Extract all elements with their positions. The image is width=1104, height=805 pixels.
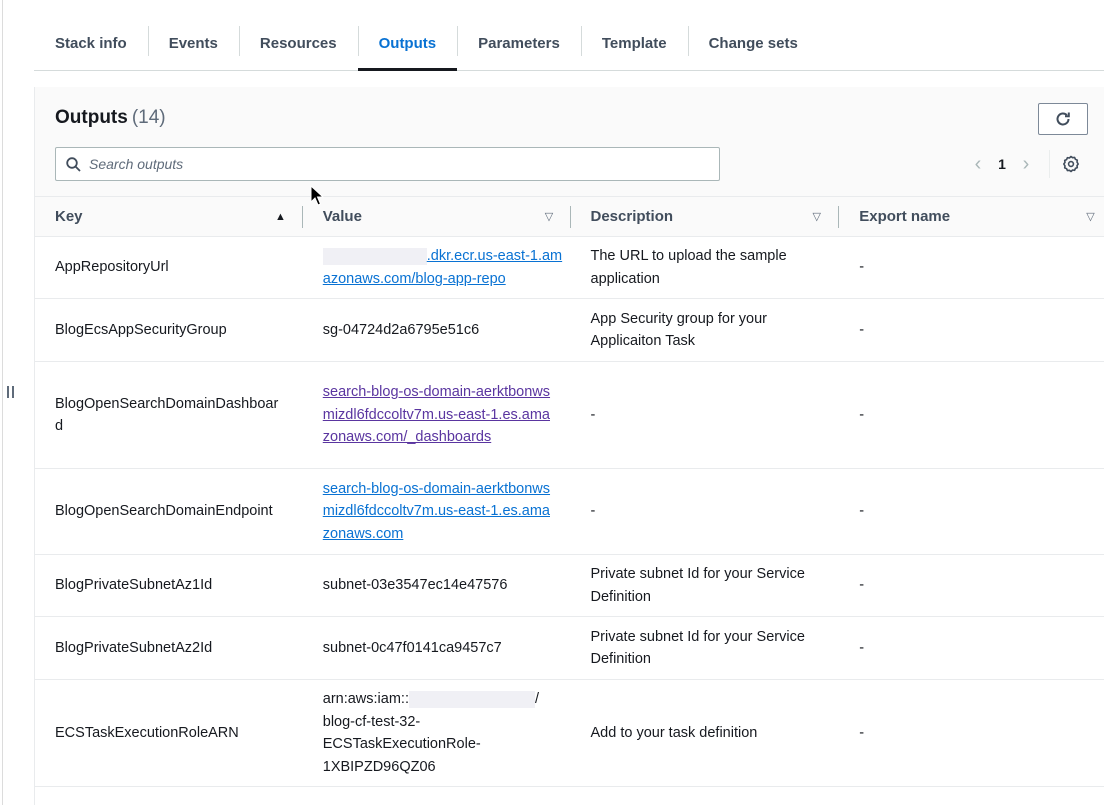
cell-key: BlogOpenSearchDomainDashboard [35,362,303,468]
arn-role-name: blog-cf-test-32-ECSTaskExecutionRole-1XB… [322,713,481,775]
outputs-count: (14) [131,107,166,128]
table-body: AppRepositoryUrl .dkr.ecr.us-east-1.amaz… [35,237,1104,787]
cell-value: sg-04724d2a6795e51c6 [322,321,480,338]
sort-ascending-icon[interactable]: ▲ [275,211,286,223]
cell-key: BlogEcsAppSecurityGroup [55,321,227,338]
cell-value: subnet-0c47f0141ca9457c7 [322,639,502,656]
cell-value: arn:aws:iam:: / blog-cf-test-32-ECSTaskEx… [303,680,571,786]
sort-icon[interactable]: ▽ [813,210,821,223]
outputs-table-container: Outputs(14) ‹ 1 › [34,87,1104,805]
refresh-button[interactable] [1038,103,1088,135]
preferences-button[interactable] [1062,155,1080,173]
tab-change-sets[interactable]: Change sets [687,16,819,70]
cell-key: BlogPrivateSubnetAz1Id [55,577,213,594]
search-outputs-input[interactable] [89,156,689,172]
table-row: ECSTaskExecutionRoleARN arn:aws:iam:: / b… [35,680,1104,787]
table-row: BlogOpenSearchDomainDashboard search-blo… [35,362,1104,469]
redacted-text [322,247,427,265]
cell-description: Private subnet Id for your Service Defin… [571,555,840,616]
outputs-header: Outputs(14) ‹ 1 › [35,87,1104,197]
key-text: BlogOpenSearchDomainDashboard [55,395,279,435]
cell-export-name: - [859,259,865,276]
cell-value: search-blog-os-domain-aerktbonwsmizdl6fd… [303,362,571,468]
tab-resources[interactable]: Resources [238,16,358,70]
chevron-left-icon[interactable]: ‹ [967,153,989,175]
column-header-label: Description [590,208,674,225]
column-header-description[interactable]: Description ▽ [571,197,840,236]
table-row: AppRepositoryUrl .dkr.ecr.us-east-1.amaz… [35,237,1104,299]
redacted-text [408,690,535,708]
left-panel-border [0,0,3,805]
tab-outputs[interactable]: Outputs [357,16,458,71]
table-header: Key ▲ Value ▽ Description ▽ Export name … [35,197,1104,237]
description-text: Private subnet Id for your Service Defin… [590,566,805,605]
description-text: Private subnet Id for your Service Defin… [590,628,805,668]
column-header-label: Key [55,208,83,225]
outputs-title: Outputs (14) [55,107,166,129]
sort-icon[interactable]: ▽ [1086,210,1094,223]
pagination: ‹ 1 › [967,150,1080,178]
tab-stack-info[interactable]: Stack info [34,16,148,70]
cell-description: Private subnet Id for your Service Defin… [571,617,840,679]
column-header-label: Value [322,208,362,225]
tab-parameters[interactable]: Parameters [457,16,581,70]
cell-export-name: - [859,406,865,423]
chevron-right-icon[interactable]: › [1015,153,1037,175]
cell-description: Add to your task definition [590,724,758,741]
table-row: BlogOpenSearchDomainEndpoint search-blog… [35,469,1104,555]
column-header-label: Export name [859,208,951,225]
cell-description: The URL to upload the sample application [590,248,787,287]
arn-prefix: arn:aws:iam:: [322,691,409,707]
table-row: BlogPrivateSubnetAz1Id subnet-03e3547ec1… [35,555,1104,617]
mouse-cursor-icon [310,185,324,206]
page-number-current[interactable]: 1 [995,156,1009,172]
table-row: BlogEcsAppSecurityGroup sg-04724d2a6795e… [35,299,1104,362]
search-icon [66,156,81,172]
cell-description: - [590,406,596,423]
cell-description: App Security group for your Applicaiton … [571,299,840,361]
cell-export-name: - [859,321,865,338]
outputs-title-text: Outputs [55,107,128,128]
cell-export-name: - [859,503,865,520]
cell-key: AppRepositoryUrl [55,259,169,276]
opensearch-dashboard-link[interactable]: search-blog-os-domain-aerktbonwsmizdl6fd… [323,384,550,445]
cell-key: ECSTaskExecutionRoleARN [55,724,239,741]
cell-description: - [590,503,596,520]
description-text: App Security group for your Applicaiton … [590,310,768,350]
column-header-export-name[interactable]: Export name ▽ [839,197,1104,236]
cell-value: search-blog-os-domain-aerktbonwsmizdl6fd… [303,469,571,554]
refresh-icon [1056,112,1070,126]
column-header-value[interactable]: Value ▽ [303,197,571,236]
cell-export-name: - [859,724,865,741]
cell-key: BlogOpenSearchDomainEndpoint [55,503,273,520]
table-row: BlogPrivateSubnetAz2Id subnet-0c47f0141c… [35,617,1104,680]
opensearch-endpoint-link[interactable]: search-blog-os-domain-aerktbonwsmizdl6fd… [323,481,550,542]
pager-divider [1049,150,1050,178]
tab-template[interactable]: Template [580,16,688,70]
sort-icon[interactable]: ▽ [545,210,553,223]
gear-icon [1063,155,1079,173]
arn-separator: / [534,691,540,707]
tab-events[interactable]: Events [147,16,239,70]
panel-resize-handle[interactable] [7,386,17,402]
search-outputs-field[interactable] [55,147,720,181]
cell-value: .dkr.ecr.us-east-1.amazonaws.com/blog-ap… [303,237,571,298]
cell-export-name: - [859,577,865,594]
cell-value: subnet-03e3547ec14e47576 [322,577,508,594]
cell-key: BlogPrivateSubnetAz2Id [55,639,213,656]
column-header-key[interactable]: Key ▲ [35,197,303,236]
cell-export-name: - [859,639,865,656]
stack-detail-tabs: Stack info Events Resources Outputs Para… [34,16,1104,71]
